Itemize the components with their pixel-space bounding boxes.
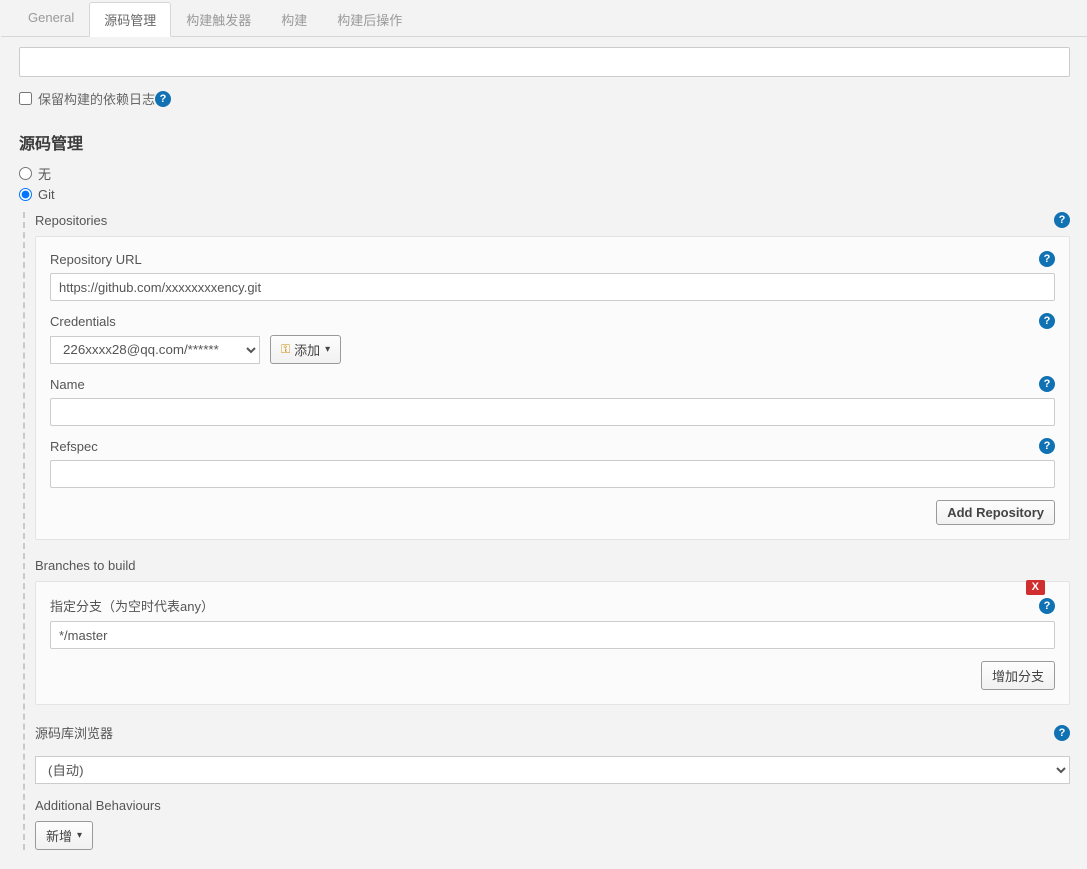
add-credentials-button[interactable]: ⚿ 添加 ▾ xyxy=(270,335,341,364)
tab-bar: General 源码管理 构建触发器 构建 构建后操作 xyxy=(1,1,1087,37)
help-icon[interactable]: ? xyxy=(1039,438,1055,454)
repo-name-label: Name xyxy=(50,377,85,392)
repo-browser-label: 源码库浏览器 xyxy=(35,723,113,742)
help-icon[interactable]: ? xyxy=(1039,313,1055,329)
add-repository-button[interactable]: Add Repository xyxy=(936,500,1055,525)
help-icon[interactable]: ? xyxy=(1039,598,1055,614)
description-input[interactable] xyxy=(19,47,1070,77)
tab-postbuild[interactable]: 构建后操作 xyxy=(322,2,417,37)
keep-dependency-log-label: 保留构建的依赖日志 xyxy=(38,89,155,108)
branch-box: X 指定分支（为空时代表any） ? 增加分支 xyxy=(35,581,1070,705)
scm-git-label: Git xyxy=(38,187,55,202)
help-icon[interactable]: ? xyxy=(1054,212,1070,228)
scm-none-label: 无 xyxy=(38,164,51,183)
help-icon[interactable]: ? xyxy=(1054,725,1070,741)
help-icon[interactable]: ? xyxy=(1039,376,1055,392)
scm-git-radio[interactable] xyxy=(19,188,32,201)
add-behaviour-button[interactable]: 新增 ▾ xyxy=(35,821,93,850)
refspec-label: Refspec xyxy=(50,439,98,454)
additional-behaviours-label: Additional Behaviours xyxy=(35,798,161,813)
tab-scm[interactable]: 源码管理 xyxy=(89,2,171,37)
tab-triggers[interactable]: 构建触发器 xyxy=(171,2,266,37)
section-title-scm: 源码管理 xyxy=(19,130,1070,154)
repo-browser-select[interactable]: (自动) xyxy=(35,756,1070,784)
repositories-label: Repositories xyxy=(35,213,107,228)
delete-branch-button[interactable]: X xyxy=(1026,580,1045,595)
refspec-input[interactable] xyxy=(50,460,1055,488)
git-config-block: Repositories ? Repository URL ? Credenti… xyxy=(23,212,1070,850)
repo-url-input[interactable] xyxy=(50,273,1055,301)
repo-url-label: Repository URL xyxy=(50,252,142,267)
content-area: 保留构建的依赖日志 ? 源码管理 无 Git Repositories ? Re… xyxy=(1,37,1087,868)
tab-build[interactable]: 构建 xyxy=(266,2,322,37)
chevron-down-icon: ▾ xyxy=(325,344,330,355)
credentials-select[interactable]: 226xxxx28@qq.com/****** xyxy=(50,336,260,364)
branches-header: Branches to build xyxy=(35,558,135,573)
keep-dependency-log-checkbox[interactable] xyxy=(19,92,32,105)
tab-general[interactable]: General xyxy=(13,2,89,37)
add-branch-button[interactable]: 增加分支 xyxy=(981,661,1055,690)
branch-spec-label: 指定分支（为空时代表any） xyxy=(50,596,214,615)
chevron-down-icon: ▾ xyxy=(77,830,82,841)
key-icon: ⚿ xyxy=(281,342,290,357)
scm-none-radio[interactable] xyxy=(19,167,32,180)
repository-box: Repository URL ? Credentials ? 226xxxx28… xyxy=(35,236,1070,540)
branch-spec-input[interactable] xyxy=(50,621,1055,649)
help-icon[interactable]: ? xyxy=(155,91,171,107)
credentials-label: Credentials xyxy=(50,314,116,329)
help-icon[interactable]: ? xyxy=(1039,251,1055,267)
repo-name-input[interactable] xyxy=(50,398,1055,426)
